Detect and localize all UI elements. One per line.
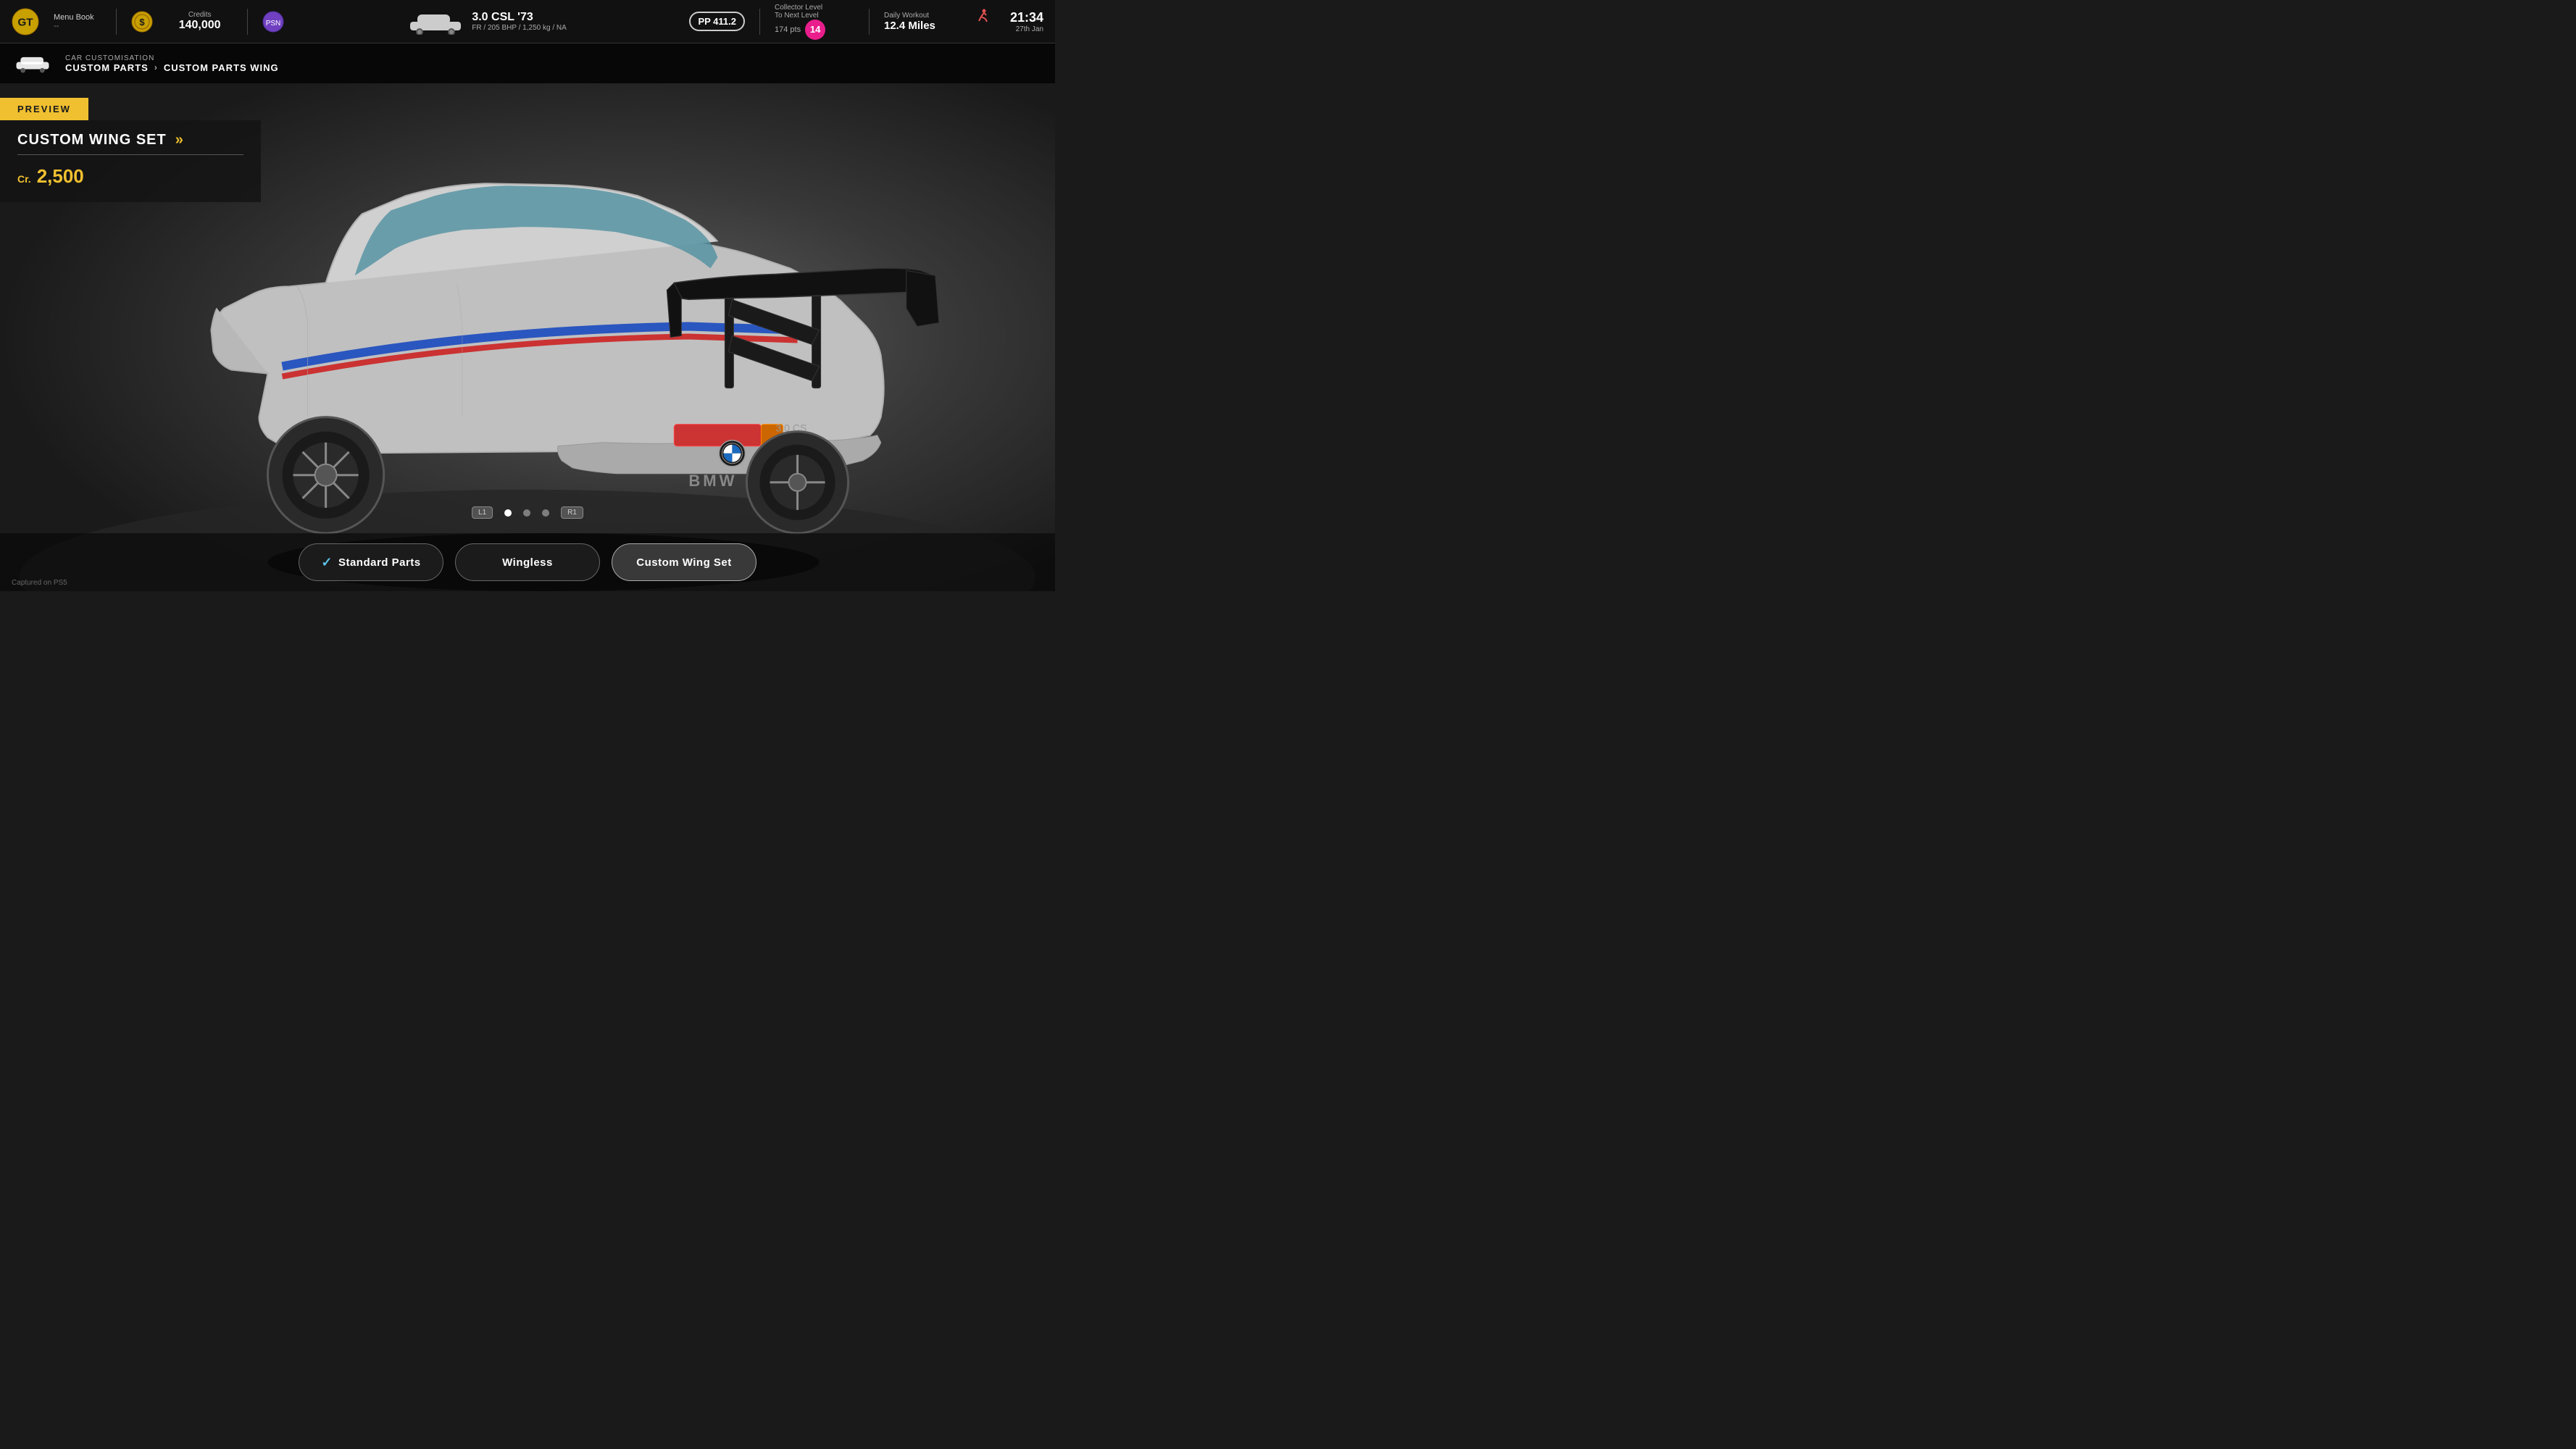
collector-next-level: To Next Level xyxy=(775,12,819,20)
level-badge: 14 xyxy=(805,20,825,40)
collector-title: Collector Level xyxy=(775,4,822,12)
gt-logo-icon: GT xyxy=(12,8,39,36)
breadcrumb-section: CAR CUSTOMISATION CUSTOM PARTS › CUSTOM … xyxy=(65,54,279,73)
preview-price-row: Cr. 2,500 xyxy=(17,165,243,188)
indicator-dot-2[interactable] xyxy=(523,509,530,517)
indicator-dot-1[interactable] xyxy=(504,509,512,517)
car-thumbnail-icon xyxy=(407,9,464,35)
captured-text: Captured on PS5 xyxy=(12,579,67,587)
preview-title: CUSTOM WING SET xyxy=(17,132,167,149)
divider-3 xyxy=(759,9,760,35)
preview-title-row: CUSTOM WING SET » xyxy=(17,132,243,149)
divider-4 xyxy=(869,9,870,35)
workout-title: Daily Workout xyxy=(884,12,929,20)
r1-badge: R1 xyxy=(561,506,583,519)
credits-section: Credits 140,000 xyxy=(167,11,233,32)
time-date: 27th Jan xyxy=(1016,25,1043,33)
credits-coin-icon: $ xyxy=(131,11,153,33)
car-info-section: 3.0 CSL '73 FR / 205 BHP / 1,250 kg / NA xyxy=(299,9,675,35)
divider-1 xyxy=(116,9,117,35)
main-content: BMW 3.0 CS xyxy=(0,83,1055,591)
credits-label: Credits xyxy=(188,11,212,19)
car-specs: FR / 205 BHP / 1,250 kg / NA xyxy=(472,24,566,32)
divider-2 xyxy=(247,9,248,35)
standard-parts-button[interactable]: ✓ Standard Parts xyxy=(299,543,443,581)
bottom-buttons: ✓ Standard Parts Wingless Custom Wing Se… xyxy=(0,533,1055,591)
menu-book-sub: -- xyxy=(54,22,94,30)
standard-parts-label: Standard Parts xyxy=(338,556,421,569)
breadcrumb-bar: CAR CUSTOMISATION CUSTOM PARTS › CUSTOM … xyxy=(0,43,1055,83)
breadcrumb-path2: CUSTOM PARTS WING xyxy=(164,62,279,73)
workout-value: 12.4 Miles xyxy=(884,20,935,32)
menu-book: Menu Book -- xyxy=(54,13,94,30)
workout-section: Daily Workout 12.4 Miles xyxy=(884,12,971,32)
wingless-label: Wingless xyxy=(502,556,553,569)
time-section: 21:34 27th Jan xyxy=(985,10,1043,33)
breadcrumb-nav: CUSTOM PARTS › CUSTOM PARTS WING xyxy=(65,62,279,73)
preview-panel: PREVIEW CUSTOM WING SET » Cr. 2,500 xyxy=(0,98,261,202)
top-bar: GT Menu Book -- $ Credits 140,000 PSN xyxy=(0,0,1055,43)
preview-label: PREVIEW xyxy=(0,98,88,120)
view-indicators: L1 R1 xyxy=(472,506,583,519)
breadcrumb-arrow-icon: › xyxy=(154,62,158,72)
collector-row: 174 pts 14 xyxy=(775,20,825,40)
wingless-button[interactable]: Wingless xyxy=(455,543,600,581)
car-icon-small xyxy=(14,53,51,75)
menu-book-title: Menu Book xyxy=(54,13,94,22)
preview-divider xyxy=(17,154,243,155)
credits-value: 140,000 xyxy=(179,19,221,32)
car-name-section: 3.0 CSL '73 FR / 205 BHP / 1,250 kg / NA xyxy=(472,11,566,32)
pp-badge: PP 411.2 xyxy=(689,12,745,31)
l1-badge: L1 xyxy=(472,506,493,519)
online-icon: PSN xyxy=(262,11,284,33)
collector-section: Collector Level To Next Level 174 pts 14 xyxy=(775,4,854,40)
runner-icon xyxy=(975,9,990,23)
collector-pts: 174 pts xyxy=(775,25,801,34)
car-name: 3.0 CSL '73 xyxy=(472,11,566,24)
preview-info: CUSTOM WING SET » Cr. 2,500 xyxy=(0,120,261,202)
time-value: 21:34 xyxy=(1010,10,1043,25)
svg-text:PSN: PSN xyxy=(265,20,280,28)
price-cr-label: Cr. xyxy=(17,173,31,185)
price-value: 2,500 xyxy=(37,165,84,188)
svg-text:$: $ xyxy=(139,17,145,28)
svg-text:GT: GT xyxy=(17,16,33,28)
breadcrumb-path1: CUSTOM PARTS xyxy=(65,62,149,73)
custom-wing-set-button[interactable]: Custom Wing Set xyxy=(612,543,756,581)
svg-text:BMW: BMW xyxy=(688,472,737,490)
indicator-dot-3[interactable] xyxy=(542,509,549,517)
check-icon: ✓ xyxy=(321,555,333,570)
chevron-right-icon: » xyxy=(175,132,183,149)
breadcrumb-section-label: CAR CUSTOMISATION xyxy=(65,54,279,62)
custom-wing-set-label: Custom Wing Set xyxy=(636,556,732,569)
